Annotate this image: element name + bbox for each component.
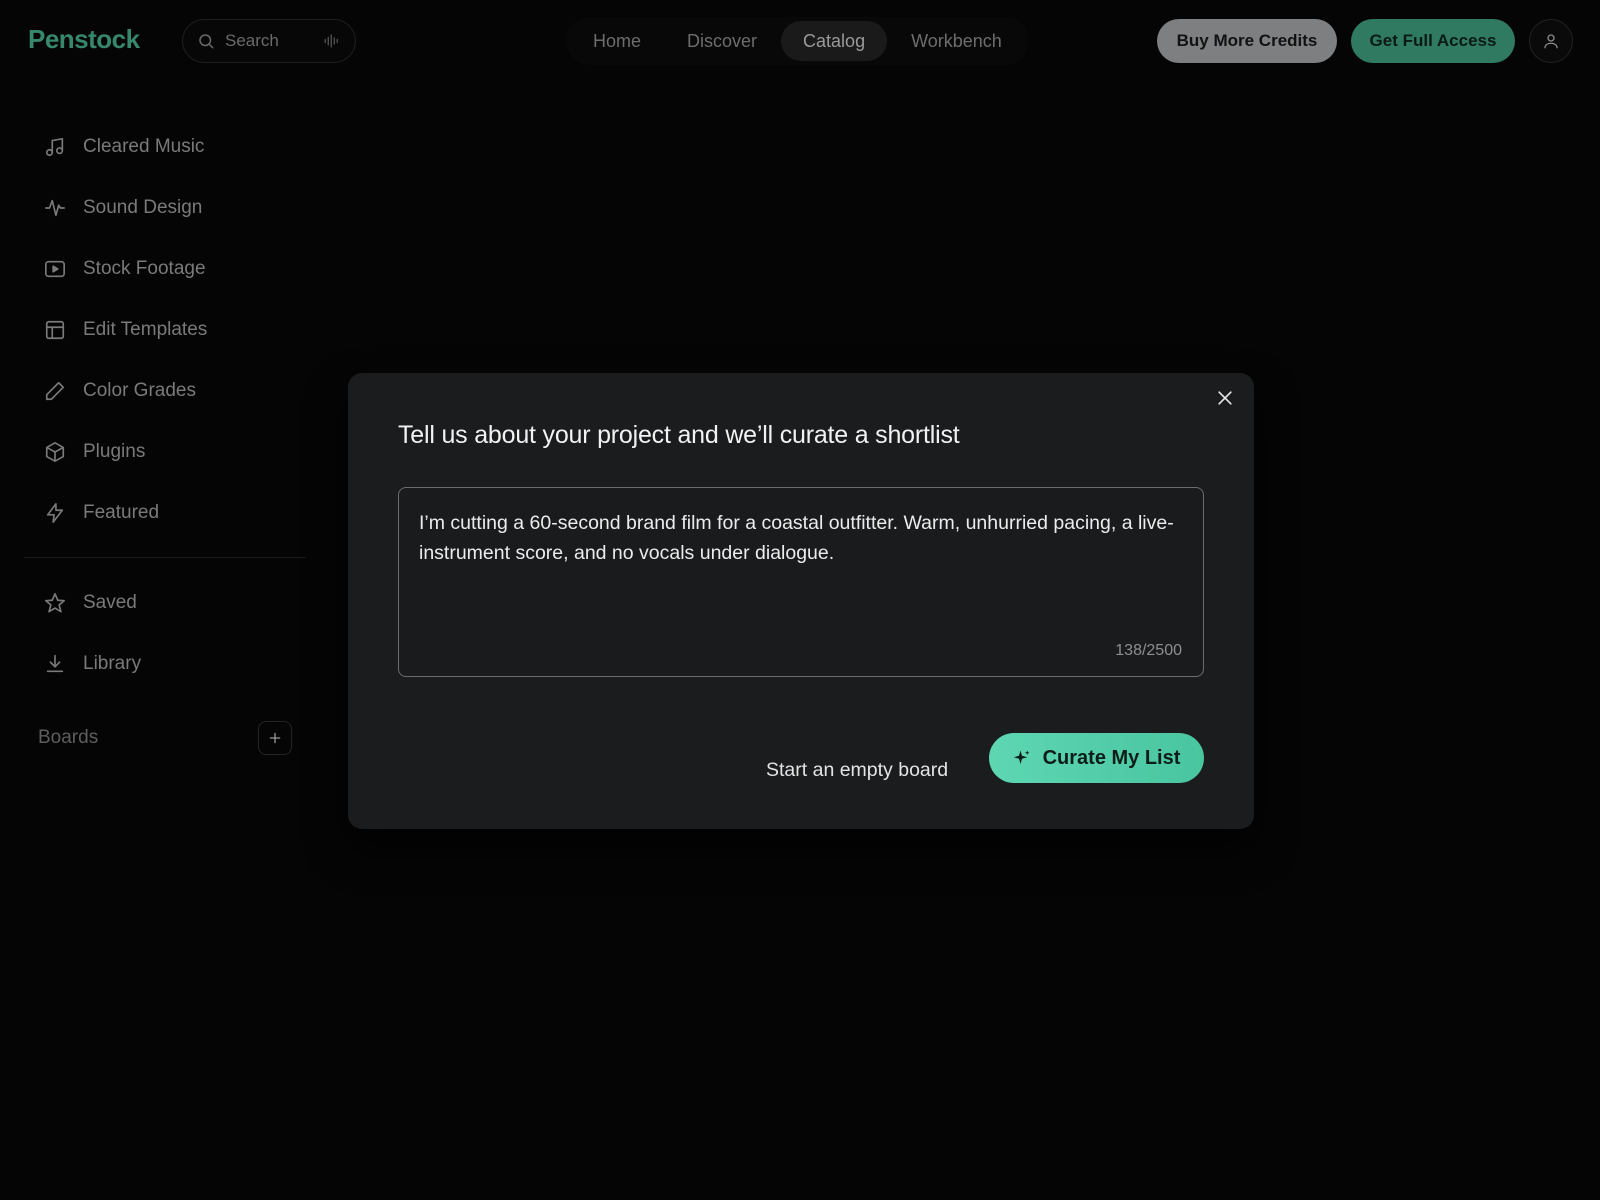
pencil-icon xyxy=(44,380,66,402)
layout-template-icon xyxy=(44,319,66,341)
sidebar-item-label: Saved xyxy=(83,591,137,613)
sidebar-item-label: Plugins xyxy=(83,440,146,462)
boards-label: Boards xyxy=(38,727,99,748)
search-icon xyxy=(199,34,214,49)
sidebar-item-label: Sound Design xyxy=(83,196,203,218)
waveform-icon xyxy=(44,197,66,219)
sidebar-item-label: Stock Footage xyxy=(83,257,206,279)
sparkle-icon xyxy=(1013,750,1030,764)
curate-shortlist-modal: Tell us about your project and we’ll cur… xyxy=(348,373,1254,829)
sidebar-item-color-grades[interactable]: Color Grades xyxy=(24,360,306,421)
curate-my-list-button[interactable]: Curate My List xyxy=(989,733,1204,783)
main-nav: Home Discover Catalog Workbench xyxy=(566,17,1029,65)
sidebar-item-edit-templates[interactable]: Edit Templates xyxy=(24,299,306,360)
sidebar-item-label: Featured xyxy=(83,501,160,523)
app-logo[interactable]: Penstock xyxy=(28,24,140,55)
user-icon xyxy=(1544,34,1558,49)
tab-workbench[interactable]: Workbench xyxy=(889,21,1024,61)
search-box[interactable]: Search xyxy=(182,19,356,63)
modal-title: Tell us about your project and we’ll cur… xyxy=(398,421,960,449)
tab-discover[interactable]: Discover xyxy=(665,21,779,61)
top-bar: Penstock Search Home Discover Catalog Wo… xyxy=(0,0,1600,82)
sidebar-item-label: Edit Templates xyxy=(83,318,208,340)
sidebar-item-plugins[interactable]: Plugins xyxy=(24,421,306,482)
sidebar-item-cleared-music[interactable]: Cleared Music xyxy=(24,116,306,177)
search-input[interactable]: Search xyxy=(225,31,323,51)
project-description-input[interactable]: I’m cutting a 60-second brand film for a… xyxy=(398,487,1204,677)
voice-search-icon[interactable] xyxy=(323,32,341,50)
close-icon xyxy=(1218,391,1232,405)
sidebar-item-label: Cleared Music xyxy=(83,135,205,157)
character-count: 138/2500 xyxy=(1115,642,1182,659)
star-icon xyxy=(44,592,66,614)
tab-catalog[interactable]: Catalog xyxy=(781,21,888,61)
sidebar-item-sound-design[interactable]: Sound Design xyxy=(24,177,306,238)
music-note-icon xyxy=(44,136,66,158)
start-empty-board-button[interactable]: Start an empty board xyxy=(766,745,948,795)
curate-my-list-label: Curate My List xyxy=(1042,746,1181,769)
sidebar-item-library[interactable]: Library xyxy=(24,633,306,694)
download-icon xyxy=(44,653,66,675)
add-board-button[interactable] xyxy=(258,721,292,755)
buy-credits-button[interactable]: Buy More Credits xyxy=(1157,19,1337,63)
sidebar-item-featured[interactable]: Featured xyxy=(24,482,306,543)
avatar[interactable] xyxy=(1529,19,1573,63)
tab-home[interactable]: Home xyxy=(571,21,663,61)
sidebar: Cleared Music Sound Design Stock Footage… xyxy=(24,116,306,758)
video-play-icon xyxy=(44,258,66,280)
plus-icon xyxy=(269,732,281,744)
sidebar-item-stock-footage[interactable]: Stock Footage xyxy=(24,238,306,299)
sidebar-item-label: Color Grades xyxy=(83,379,196,401)
project-description-text: I’m cutting a 60-second brand film for a… xyxy=(419,512,1174,564)
close-button[interactable] xyxy=(1210,383,1240,413)
sidebar-item-label: Library xyxy=(83,652,142,674)
sidebar-divider xyxy=(24,557,306,558)
get-full-access-button[interactable]: Get Full Access xyxy=(1351,19,1515,63)
lightning-icon xyxy=(44,502,66,524)
cube-icon xyxy=(44,441,66,463)
boards-section: Boards xyxy=(24,718,306,758)
sidebar-item-saved[interactable]: Saved xyxy=(24,572,306,633)
